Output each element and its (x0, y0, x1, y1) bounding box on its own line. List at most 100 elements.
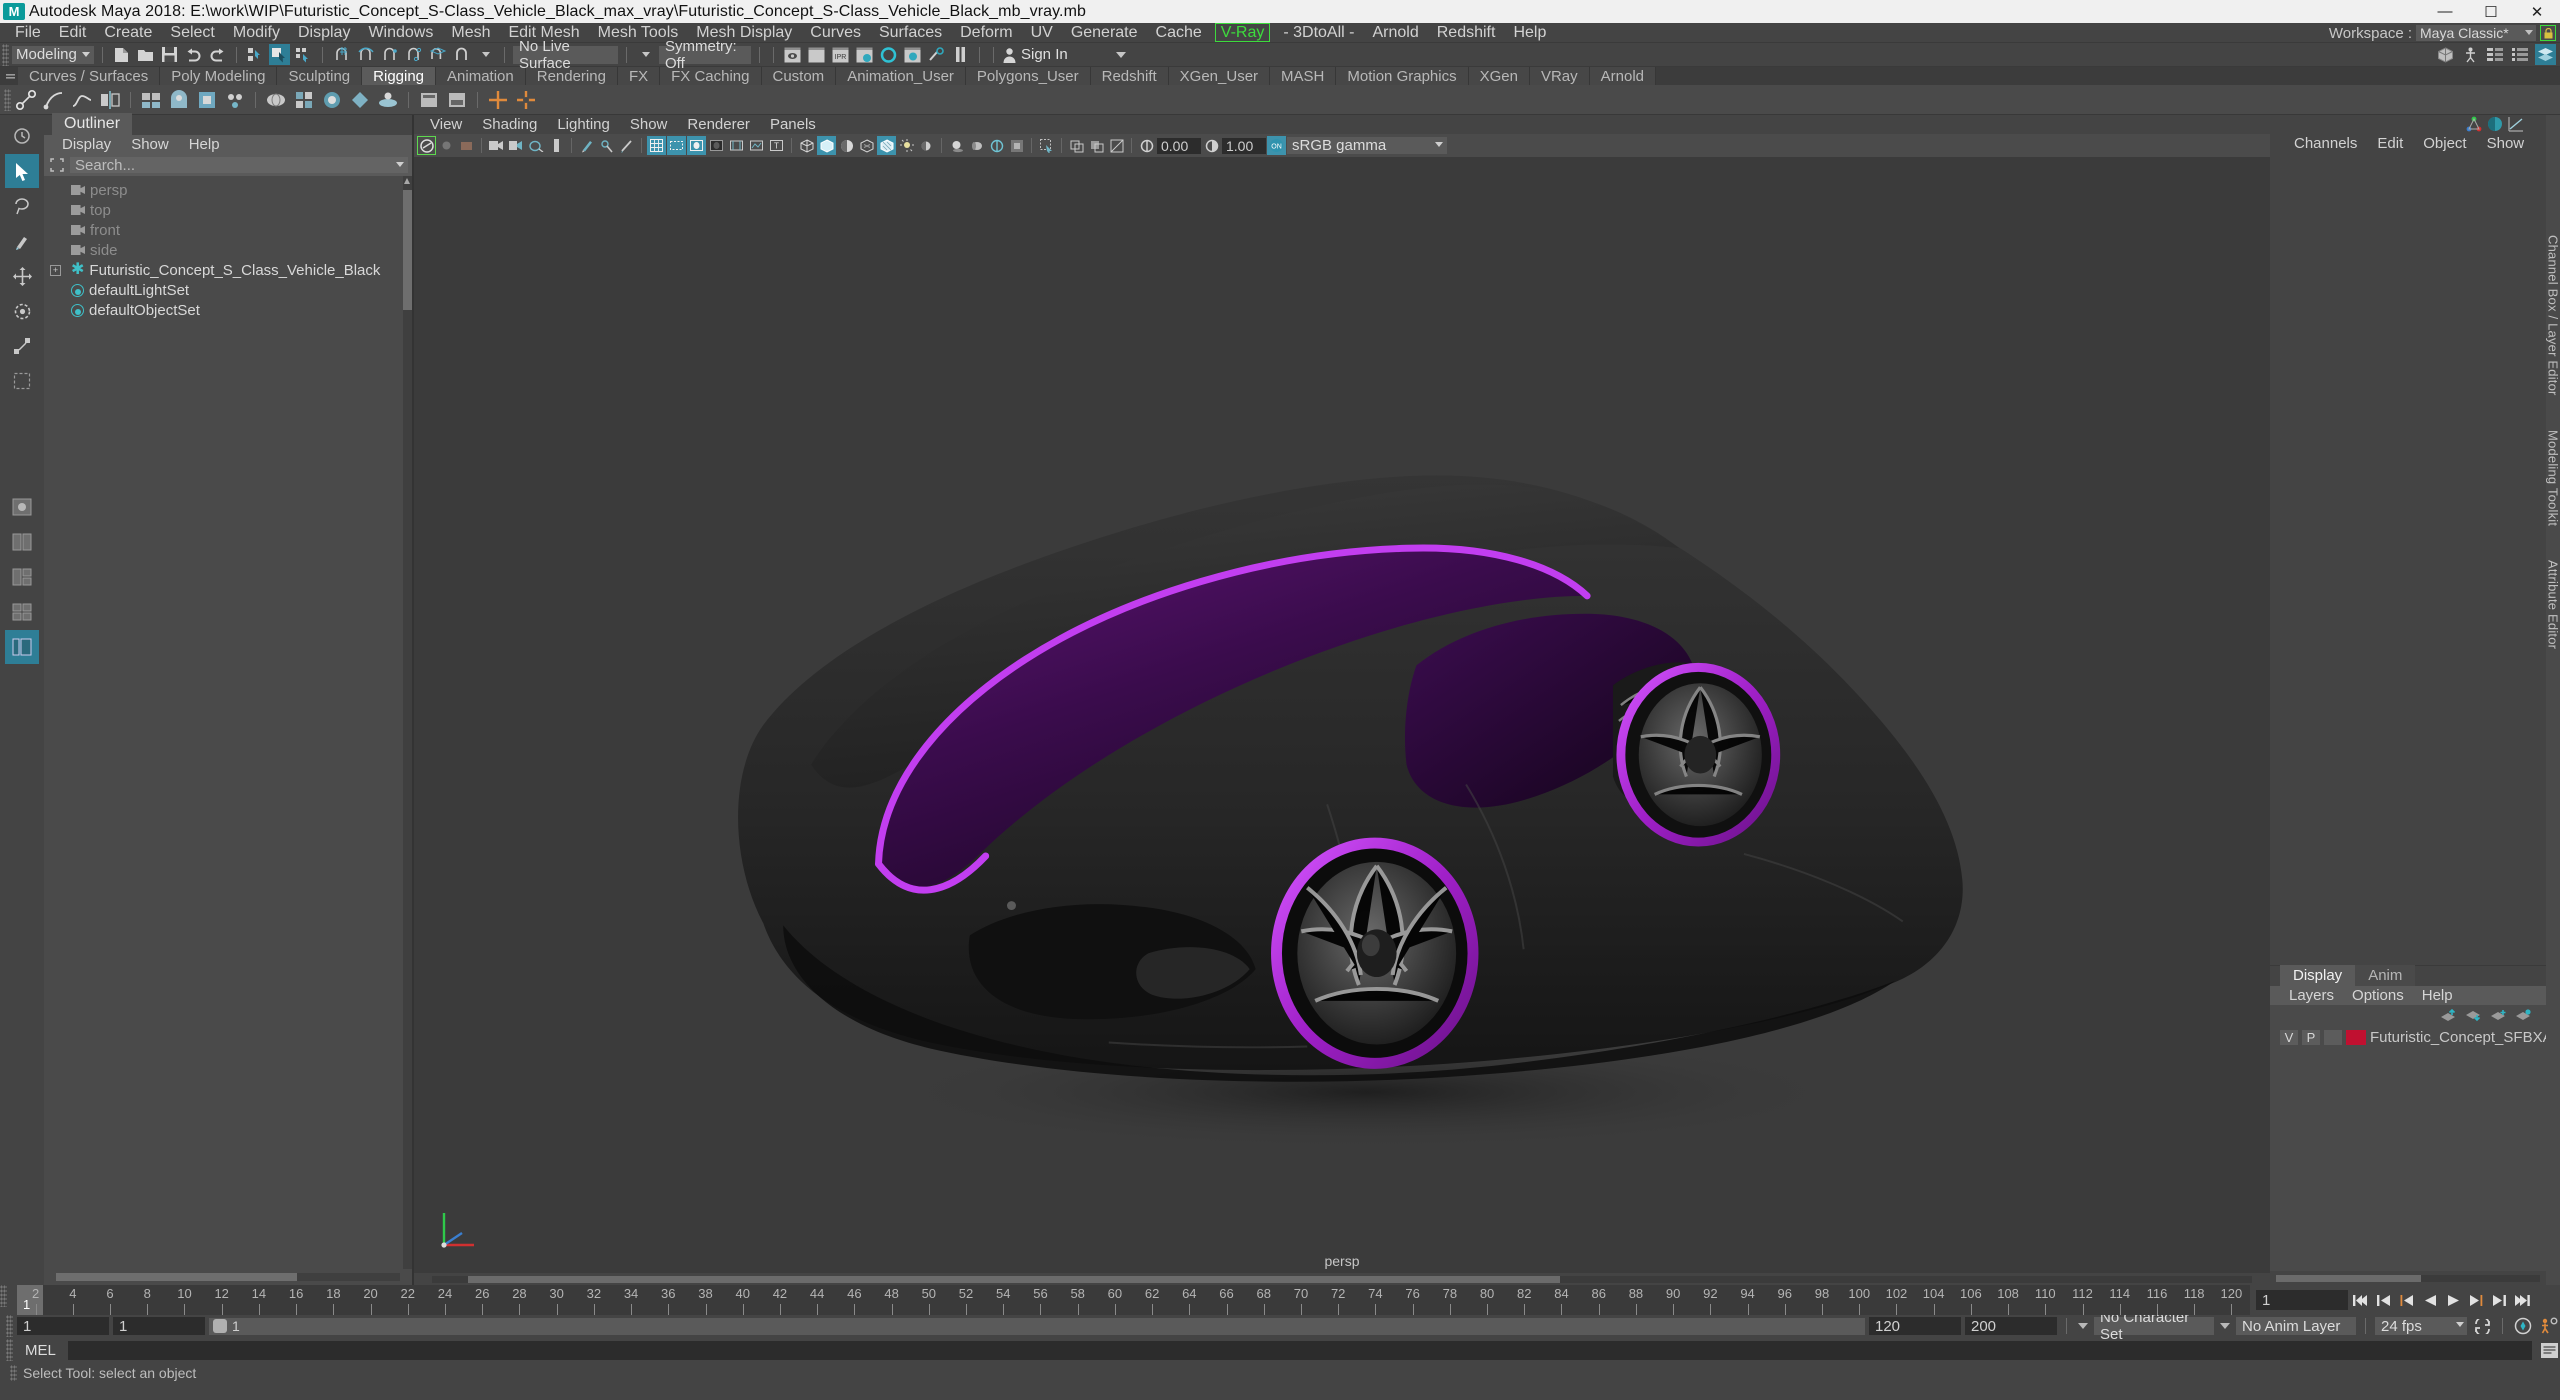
render-current-frame-icon[interactable] (782, 44, 803, 65)
menu-curves[interactable]: Curves (801, 23, 870, 43)
menu-edit[interactable]: Edit (50, 23, 96, 43)
exposure-reset-icon[interactable] (1107, 136, 1126, 155)
xray-shading-icon[interactable] (877, 136, 896, 155)
menu-deform[interactable]: Deform (951, 23, 1021, 43)
menu-surfaces[interactable]: Surfaces (870, 23, 951, 43)
playback-start-field[interactable]: 1 (113, 1317, 205, 1335)
paint-tool-icon[interactable] (577, 136, 596, 155)
menu-create[interactable]: Create (95, 23, 161, 43)
anim-layer-field[interactable]: No Anim Layer (2236, 1317, 2356, 1335)
layout-outliner-persp-icon[interactable] (5, 630, 39, 664)
play-backwards-button[interactable] (2420, 1290, 2440, 1310)
outliner-item-default-object-set[interactable]: defaultObjectSet (44, 300, 412, 320)
workspace-select[interactable]: Maya Classic* (2416, 25, 2536, 41)
channelbox-menu-edit[interactable]: Edit (2367, 135, 2413, 152)
shelf-tab-animation[interactable]: Animation (436, 67, 526, 85)
scrollbar-track[interactable] (432, 1275, 2252, 1283)
animation-start-field[interactable]: 1 (17, 1317, 109, 1335)
shelf-tab-animation-user[interactable]: Animation_User (836, 67, 966, 85)
undo-icon[interactable] (183, 44, 204, 65)
outliner-item-default-light-set[interactable]: defaultLightSet (44, 280, 412, 300)
signin-chevron-icon[interactable] (1111, 44, 1132, 65)
snap-options-chevron-icon[interactable] (475, 44, 496, 65)
outliner-vertical-scrollbar[interactable] (403, 176, 412, 1269)
wireframe-shading-icon[interactable] (797, 136, 816, 155)
menu-modify[interactable]: Modify (224, 23, 289, 43)
snap-point-icon[interactable] (379, 44, 400, 65)
smooth-tool-icon[interactable] (617, 136, 636, 155)
layer-horizontal-scrollbar[interactable] (2270, 1271, 2546, 1285)
shelf-tab-curves-surfaces[interactable]: Curves / Surfaces (18, 67, 161, 85)
layer-menu-layers[interactable]: Layers (2280, 987, 2343, 1004)
screen-space-ao-icon[interactable] (947, 136, 966, 155)
viewport-menu-panels[interactable]: Panels (760, 116, 826, 133)
motion-blur-icon[interactable] (967, 136, 986, 155)
lock-icon[interactable] (2540, 25, 2556, 41)
current-frame-field[interactable]: 1 (2256, 1290, 2348, 1310)
isolate-select-icon[interactable] (1037, 136, 1056, 155)
menu-mesh[interactable]: Mesh (442, 23, 499, 43)
channelbox-menu-channels[interactable]: Channels (2284, 135, 2367, 152)
mirror-joint-icon[interactable] (97, 87, 123, 113)
viewport-menu-view[interactable]: View (420, 116, 472, 133)
color-management-toggle[interactable]: ON (1267, 136, 1286, 155)
lock-camera-icon[interactable] (437, 136, 456, 155)
go-to-start-button[interactable] (2351, 1290, 2371, 1310)
animation-preferences-icon[interactable] (2538, 1315, 2560, 1337)
wrap-deformer-icon[interactable] (319, 87, 345, 113)
go-to-end-button[interactable] (2512, 1290, 2532, 1310)
multisample-aa-icon[interactable] (987, 136, 1006, 155)
pause-render-icon[interactable] (950, 44, 971, 65)
outliner-menu-show[interactable]: Show (121, 136, 179, 153)
outliner-tab[interactable]: Outliner (52, 113, 133, 135)
shelf-tab-xgen-user[interactable]: XGen_User (1168, 67, 1271, 85)
bind-skin-icon[interactable] (138, 87, 164, 113)
shelf-tab-poly-modeling[interactable]: Poly Modeling (160, 67, 278, 85)
grease-pencil-icon[interactable] (547, 136, 566, 155)
layout-single-pane-icon[interactable] (5, 490, 39, 524)
animation-end-field[interactable]: 200 (1965, 1317, 2057, 1335)
signin-control[interactable]: Sign In (1002, 46, 1068, 63)
blend-shape-icon[interactable] (263, 87, 289, 113)
ik-handle-icon[interactable] (41, 87, 67, 113)
layer-list[interactable]: V P Futuristic_Concept_SFBXASC045 (2270, 1025, 2560, 1271)
character-set-field[interactable]: No Character Set (2094, 1309, 2214, 1343)
render-view-icon[interactable] (902, 44, 923, 65)
new-layer-icon[interactable] (2490, 1009, 2507, 1022)
tool-history-icon[interactable] (5, 119, 39, 153)
camera-attributes-icon[interactable] (457, 136, 476, 155)
step-forward-frame-button[interactable] (2466, 1290, 2486, 1310)
snap-curve-icon[interactable] (355, 44, 376, 65)
channelbox-menu-show[interactable]: Show (2477, 135, 2535, 152)
graph-editor-icon[interactable] (2508, 116, 2524, 132)
new-scene-icon[interactable] (111, 44, 132, 65)
redo-render-icon[interactable] (806, 44, 827, 65)
snap-view-plane-icon[interactable] (427, 44, 448, 65)
bookmark-camera-icon[interactable] (487, 136, 506, 155)
tool-lasso[interactable] (5, 189, 39, 223)
tool-rotate[interactable] (5, 294, 39, 328)
viewport-menu-shading[interactable]: Shading (472, 116, 547, 133)
shadows-icon[interactable] (917, 136, 936, 155)
select-hierarchy-icon[interactable] (245, 44, 266, 65)
exposure-value[interactable]: 0.00 (1157, 137, 1201, 154)
layout-four-pane-icon[interactable] (5, 595, 39, 629)
layer-row[interactable]: V P Futuristic_Concept_SFBXASC045 (2270, 1028, 2560, 1047)
character-set-chevron-icon[interactable] (2076, 1319, 2090, 1333)
menu-redshift[interactable]: Redshift (1428, 23, 1505, 43)
menu-vray[interactable]: V-Ray (1214, 23, 1271, 42)
auto-keyframe-icon[interactable] (2512, 1315, 2534, 1337)
step-back-frame-button[interactable] (2397, 1290, 2417, 1310)
gamma-value[interactable]: 1.00 (1222, 137, 1266, 154)
outliner-menu-help[interactable]: Help (179, 136, 230, 153)
shelf-tab-rigging[interactable]: Rigging (362, 67, 437, 85)
tool-move[interactable] (5, 259, 39, 293)
outliner-item-vehicle[interactable]: + ✱ Futuristic_Concept_S_Class_Vehicle_B… (44, 260, 412, 280)
layout-three-pane-icon[interactable] (5, 560, 39, 594)
step-forward-key-button[interactable] (2489, 1290, 2509, 1310)
outliner-item-top[interactable]: top (44, 200, 412, 220)
xray-active-components-icon[interactable] (1087, 136, 1106, 155)
scrollbar-track[interactable] (56, 1273, 400, 1281)
constraint-point-icon[interactable] (513, 87, 539, 113)
menu-display[interactable]: Display (289, 23, 359, 43)
